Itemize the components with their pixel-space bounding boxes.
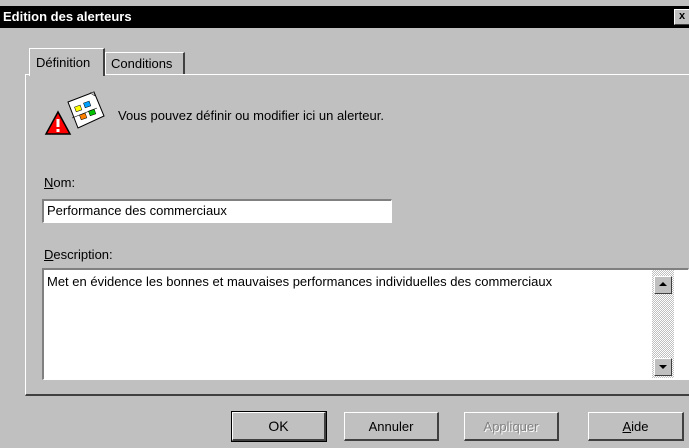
close-button[interactable]: x xyxy=(674,9,689,25)
window-title: Edition des alerteurs xyxy=(3,9,132,24)
tab-definition-label: Définition xyxy=(36,55,91,70)
tab-conditions[interactable]: Conditions xyxy=(105,52,185,74)
close-icon: x xyxy=(678,10,686,22)
ok-button[interactable]: OK xyxy=(231,411,327,442)
cancel-button[interactable]: Annuler xyxy=(344,412,439,441)
apply-button[interactable]: Appliquer xyxy=(464,412,559,441)
help-label-rest: ide xyxy=(631,418,649,434)
help-button[interactable]: Aide xyxy=(588,412,684,441)
tab-panel xyxy=(25,74,689,396)
help-label-accel: A xyxy=(622,418,632,434)
tab-definition[interactable]: Définition xyxy=(29,48,105,76)
title-bar[interactable]: Edition des alerteurs x xyxy=(0,6,689,28)
dialog-window: Edition des alerteurs x Définition Condi… xyxy=(0,0,689,448)
tab-conditions-label: Conditions xyxy=(111,56,173,71)
